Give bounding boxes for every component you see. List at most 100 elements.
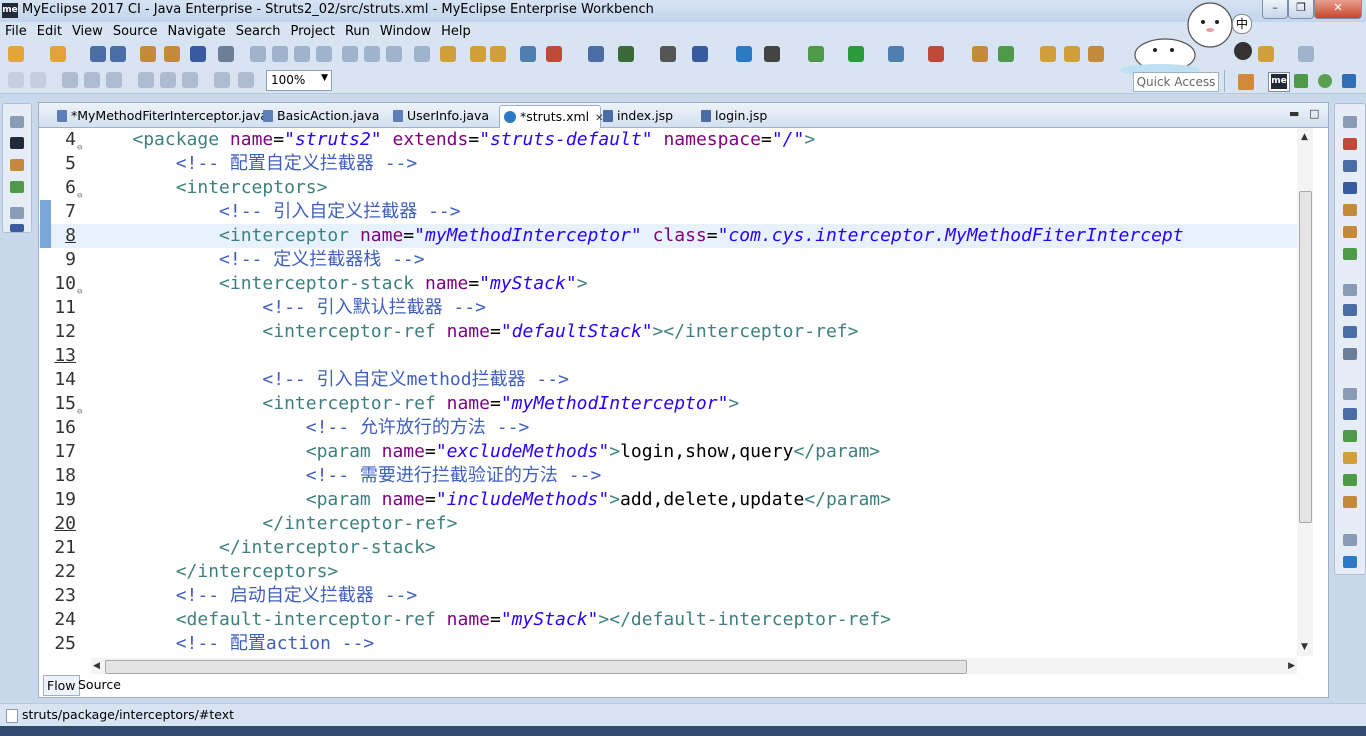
drop-to-frame-icon[interactable] [414,46,430,62]
restore-icon[interactable] [1343,116,1357,128]
code-line[interactable]: 10 ⊖ <interceptor-stack name="myStack"> [39,272,1297,297]
task-icon[interactable] [546,46,562,62]
menu-window[interactable]: Window [375,22,436,39]
outline-icon[interactable] [1343,138,1357,150]
open-resource-icon[interactable] [164,46,180,62]
align-left-icon[interactable] [62,72,78,88]
refresh-icon[interactable] [998,46,1014,62]
zoom-select[interactable]: 100% ▼ [266,70,332,91]
open-folder-icon[interactable] [1040,46,1056,62]
minimize-button[interactable]: – [1262,0,1288,19]
image-preview-icon[interactable] [1343,248,1357,260]
code-line[interactable]: 21 </interceptor-stack> [39,536,1297,560]
align-right-icon[interactable] [106,72,122,88]
save-icon[interactable] [90,46,106,62]
code-line[interactable]: 6 ⊖ <interceptors> [39,176,1297,201]
skip-breakpoints-icon[interactable] [218,46,234,62]
menu-navigate[interactable]: Navigate [162,22,230,39]
ime-indicator-icon[interactable]: 中 [1232,14,1252,34]
new-dropdown-icon[interactable] [50,46,66,62]
open-project-icon[interactable] [1064,46,1080,62]
code-line[interactable]: 15 ⊖ <interceptor-ref name="myMethodInter… [39,392,1297,417]
open-type-icon[interactable] [140,46,156,62]
code-line[interactable]: 9 <!-- 定义拦截器栈 --> [39,248,1297,272]
tasks-icon[interactable] [1343,326,1357,338]
disconnect-icon[interactable] [316,46,332,62]
step-return-icon[interactable] [386,46,402,62]
package-explorer-icon[interactable] [10,159,24,171]
globe-icon[interactable] [736,46,752,62]
terminate-icon[interactable] [294,46,310,62]
restore-icon[interactable] [1343,534,1357,546]
code-line[interactable]: 24 <default-interceptor-ref name="myStac… [39,608,1297,632]
run-icon[interactable] [848,46,864,62]
undo-edit-icon[interactable] [8,72,24,88]
toggle-mark-icon[interactable] [520,46,536,62]
code-line[interactable]: 7 <!-- 引入自定义拦截器 --> [39,200,1297,224]
run-tools-icon[interactable] [888,46,904,62]
javadoc-icon[interactable] [1343,160,1357,172]
editor-tab-login-jsp[interactable]: login.jsp [697,105,787,127]
layout-icon[interactable] [660,46,676,62]
problems-icon[interactable] [1343,348,1357,360]
quick-access-input[interactable]: Quick Access [1133,72,1219,92]
scroll-down-icon[interactable]: ▼ [1301,642,1308,652]
console-view-icon[interactable] [1343,182,1357,194]
menu-run[interactable]: Run [340,22,375,39]
same-width-icon[interactable] [214,72,230,88]
code-line[interactable]: 18 <!-- 需要进行拦截验证的方法 --> [39,464,1297,488]
perspective-myeclipse-button[interactable]: me [1268,72,1290,92]
align-middle-icon[interactable] [160,72,176,88]
editor-tab-index-jsp[interactable]: index.jsp [599,105,693,127]
open-perspective-icon[interactable] [1238,74,1254,90]
code-line[interactable]: 17 <param name="excludeMethods">login,sh… [39,440,1297,464]
expressions-icon[interactable] [1343,496,1357,508]
code-line[interactable]: 16 <!-- 允许放行的方法 --> [39,416,1297,440]
close-button[interactable]: ✕ [1314,0,1362,19]
step-over-icon[interactable] [364,46,380,62]
use-step-filters-icon[interactable] [440,46,456,62]
vertical-scroll-thumb[interactable] [1299,191,1312,523]
maximize-button[interactable]: ❐ [1288,0,1314,19]
restore-icon[interactable] [1343,284,1357,296]
menu-project[interactable]: Project [285,22,339,39]
horizontal-scrollbar[interactable]: ◀ ▶ [91,658,1297,674]
restore-icon[interactable] [10,116,24,128]
same-height-icon[interactable] [238,72,254,88]
scroll-left-icon[interactable]: ◀ [93,661,100,671]
snippets-icon[interactable] [1343,226,1357,238]
code-line[interactable]: 11 <!-- 引入默认拦截器 --> [39,296,1297,320]
search-icon[interactable] [692,46,708,62]
grid-icon[interactable] [618,46,634,62]
code-line[interactable]: 5 <!-- 配置自定义拦截器 --> [39,152,1297,176]
code-line[interactable]: 12 <interceptor-ref name="defaultStack">… [39,320,1297,344]
scroll-right-icon[interactable]: ▶ [1288,661,1295,671]
forward-icon[interactable] [1298,46,1314,62]
hierarchy-icon[interactable] [10,181,24,193]
menu-file[interactable]: File [0,22,32,39]
code-line[interactable]: 23 <!-- 启动自定义拦截器 --> [39,584,1297,608]
new-icon[interactable] [8,46,24,62]
code-line[interactable]: 13 [39,344,1297,368]
perspective-java-icon[interactable] [1294,74,1308,88]
servers-icon[interactable] [972,46,988,62]
align-bottom-icon[interactable] [182,72,198,88]
save-all-icon[interactable] [110,46,126,62]
deploy-icon[interactable] [764,46,780,62]
menu-search[interactable]: Search [231,22,286,39]
back-icon[interactable] [1258,46,1274,62]
code-line[interactable]: 25 <!-- 配置action --> [39,632,1297,656]
restore-icon[interactable] [10,207,24,219]
undo-icon[interactable] [470,46,486,62]
scroll-up-icon[interactable]: ▲ [1301,132,1308,142]
perspective-database-icon[interactable] [1342,74,1356,88]
resume-icon[interactable] [250,46,266,62]
external-tools-icon[interactable] [588,46,604,62]
align-top-icon[interactable] [138,72,154,88]
editor-tab-basicaction-java[interactable]: BasicAction.java [259,105,381,127]
redo-icon[interactable] [490,46,506,62]
code-line[interactable]: 22 </interceptors> [39,560,1297,584]
menu-edit[interactable]: Edit [32,22,67,39]
servers-icon[interactable] [10,224,24,232]
search-view-icon[interactable] [1343,556,1357,568]
